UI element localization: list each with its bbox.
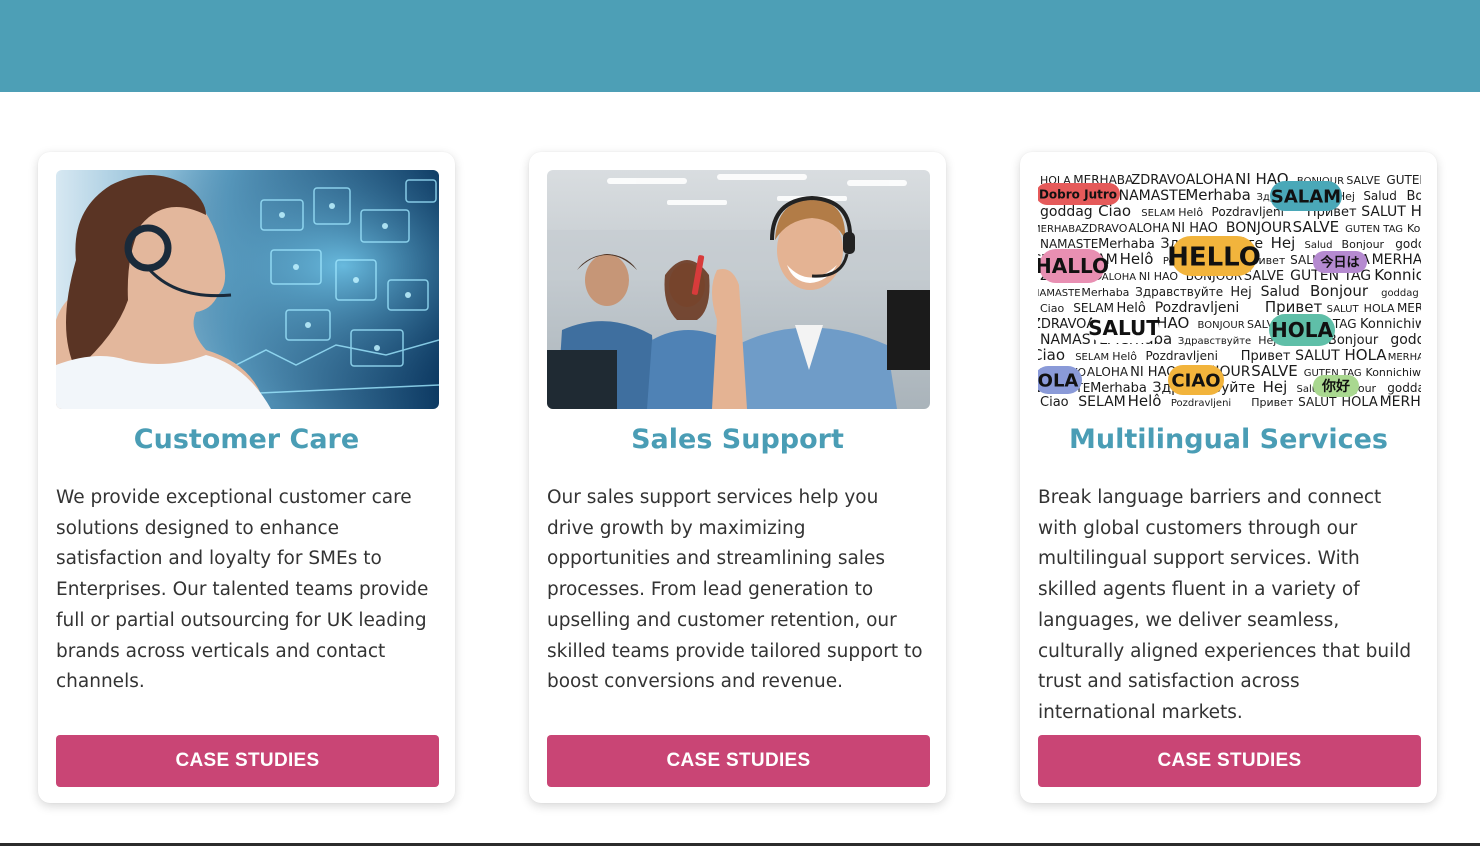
greeting-word: Konnichiwa	[1366, 366, 1421, 379]
greeting-word: ALOHA	[1087, 365, 1129, 379]
greeting-word: Здравствуйте	[1135, 285, 1223, 299]
card-title: Sales Support	[631, 424, 844, 455]
greeting-word: MERHABA	[1397, 301, 1421, 315]
greeting-word: MERHABA	[1380, 394, 1421, 409]
greeting-word: SALUT	[1327, 304, 1360, 315]
card-title: Customer Care	[133, 424, 360, 455]
greeting-word: SELAM	[1141, 208, 1175, 219]
bubble-greeting: SALAM	[1271, 186, 1341, 207]
greeting-word: ZDRAVO	[1131, 173, 1185, 188]
greeting-word: Konnichiwa	[1374, 266, 1421, 284]
greeting-word: Pozdravljeni	[1145, 349, 1217, 363]
greeting-word: Hej	[1230, 285, 1251, 300]
greeting-word: Helô	[1112, 350, 1137, 363]
greeting-word: SALVE	[1346, 174, 1380, 187]
customer-care-image	[56, 170, 439, 409]
greeting-word: Konnichiwa	[1407, 222, 1421, 235]
service-card-customer-care: Customer Care We provide exceptional cus…	[38, 152, 455, 803]
bubble-greeting: HALLO	[1038, 254, 1109, 278]
card-description: Our sales support services help you driv…	[547, 487, 923, 693]
greeting-word: MERHABA	[1038, 224, 1082, 235]
greeting-word: goddag	[1390, 332, 1421, 348]
greeting-word: HOLA	[1364, 302, 1395, 315]
bubble-greeting: 你好	[1321, 378, 1350, 395]
greeting-word: NAMASTE	[1038, 288, 1081, 299]
greeting-word: goddag	[1040, 204, 1093, 220]
bubble-greeting: CIAO	[1171, 370, 1220, 391]
greeting-word: HOLA	[1341, 395, 1378, 409]
service-card-multilingual: HOLAMERHABAZDRAVOALOHANI HAOBONJOURSALVE…	[1020, 152, 1437, 803]
greeting-word: SALUT	[1295, 348, 1340, 364]
greeting-word: Salud	[1363, 189, 1397, 203]
greeting-word: SALUT	[1361, 204, 1406, 220]
greeting-word: Ciao	[1040, 302, 1064, 315]
case-studies-button[interactable]: CASE STUDIES	[1038, 735, 1421, 787]
greeting-word: SELAM	[1078, 394, 1126, 409]
greeting-word: Helô	[1128, 392, 1162, 409]
greeting-word: Hej	[1271, 234, 1296, 252]
greeting-word: Konnichiwa	[1360, 317, 1421, 332]
greeting-word: goddag	[1395, 237, 1421, 251]
greeting-word: goddag	[1381, 288, 1419, 299]
greeting-word: Ciao	[1038, 346, 1065, 364]
greeting-word: Здравствуйте	[1178, 336, 1251, 347]
greeting-word: SALVE	[1293, 218, 1340, 236]
greeting-word: Helô	[1178, 206, 1203, 219]
greeting-word: Ciao	[1040, 395, 1069, 409]
greeting-word: Hej	[1263, 378, 1288, 396]
greeting-word: goddag	[1387, 381, 1421, 395]
greeting-word: ALOHA	[1128, 221, 1170, 235]
case-studies-button[interactable]: CASE STUDIES	[547, 735, 930, 787]
card-description: We provide exceptional customer care sol…	[56, 487, 429, 693]
greeting-word: Merhaba	[1185, 186, 1251, 204]
bubble-greeting: Dobro Jutro	[1039, 187, 1117, 201]
greeting-word: ZDRAVO	[1038, 317, 1086, 332]
greeting-word: Pozdravljeni	[1171, 398, 1231, 409]
greeting-word: MERHABA	[1388, 352, 1421, 363]
bubble-greeting: SALUT	[1088, 316, 1160, 340]
greeting-word: Salud	[1305, 240, 1333, 251]
bubble-greeting: 今日は	[1319, 255, 1359, 271]
case-studies-button[interactable]: CASE STUDIES	[56, 735, 439, 787]
greeting-word: Привет	[1251, 396, 1294, 409]
bubble-greeting: HELLO	[1167, 242, 1261, 272]
greeting-word: Merhaba	[1081, 286, 1129, 299]
greeting-word: HOLA	[1411, 202, 1421, 220]
greeting-word: NAMASTE	[1040, 237, 1098, 251]
greeting-word: BONJOUR	[1198, 320, 1245, 331]
greeting-word: Привет	[1265, 298, 1323, 316]
card-title: Multilingual Services	[1069, 424, 1388, 455]
service-card-sales-support: Sales Support Our sales support services…	[529, 152, 946, 803]
greeting-word: GUTEN TAG	[1345, 224, 1403, 235]
header-band	[0, 0, 1480, 92]
greeting-word: ZDRAVO	[1081, 222, 1127, 235]
greeting-word: Helô	[1120, 250, 1154, 268]
greeting-word: GUTEN TAG	[1386, 173, 1421, 187]
greeting-word: HOLA	[1345, 346, 1388, 364]
bubble-greeting: HOLA	[1271, 318, 1333, 342]
greeting-word: NI HAO	[1172, 221, 1218, 236]
sales-support-image	[547, 170, 930, 409]
greeting-word: SALUT	[1298, 395, 1337, 409]
bubble-greeting: OLA	[1038, 370, 1078, 391]
multilingual-image: HOLAMERHABAZDRAVOALOHANI HAOBONJOURSALVE…	[1038, 170, 1421, 409]
greeting-word: SELAM	[1073, 301, 1114, 315]
greeting-word: SELAM	[1075, 352, 1109, 363]
card-description: Break language barriers and connect with…	[1038, 487, 1412, 723]
greeting-word: Bonjour	[1342, 238, 1385, 251]
